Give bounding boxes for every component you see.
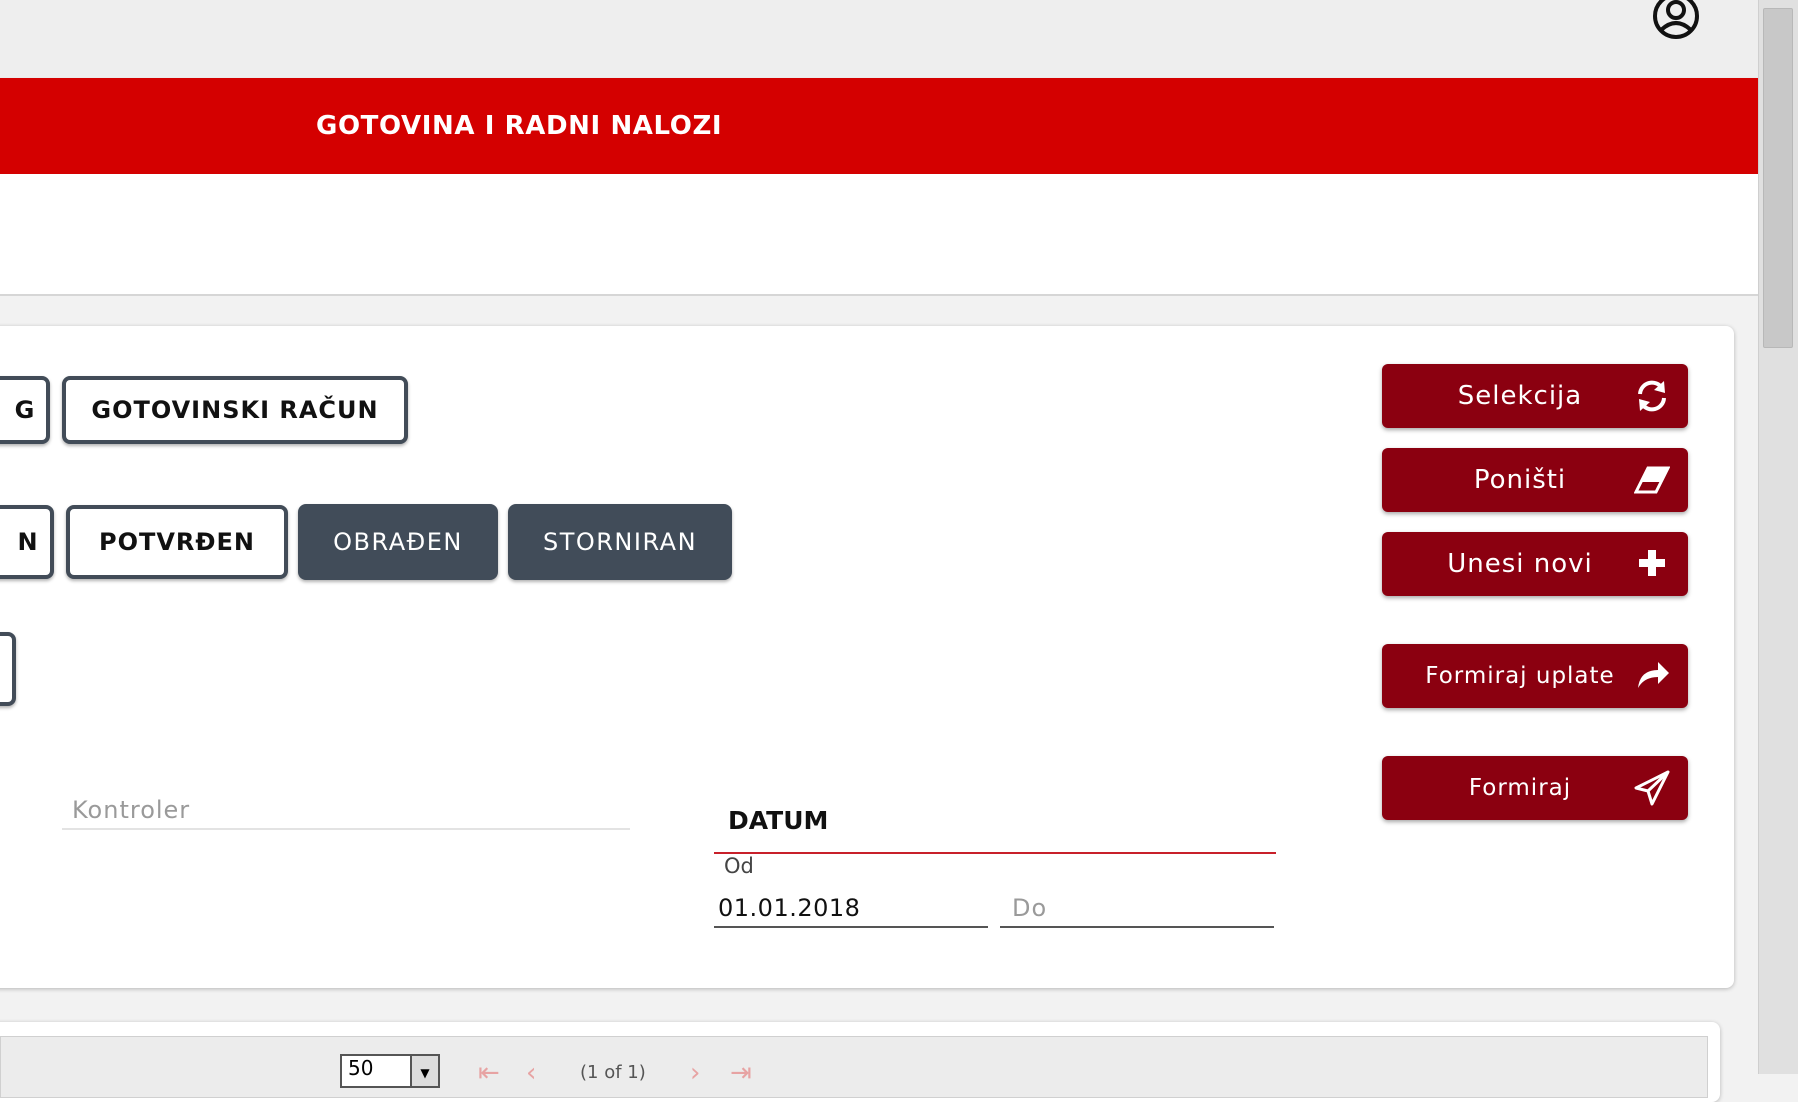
vertical-scrollbar[interactable] [1758,0,1798,1074]
refresh-icon [1638,380,1666,412]
date-from-label: Od [724,854,754,878]
formiraj-uplate-button[interactable]: Formiraj uplate [1382,644,1688,708]
pager-bar [0,1036,1708,1098]
formiraj-fakture-label: Formiraj fakture [1468,775,1572,865]
selekcija-label: Selekcija [1457,381,1583,411]
next-page-icon[interactable]: › [690,1058,700,1088]
page-title: GOTOVINA I RADNI NALOZI [316,111,723,141]
status-filter-label: N [17,528,39,556]
type-filter-label: G [14,396,36,424]
ponisti-button[interactable]: Poništi [1382,448,1688,512]
date-from-input[interactable]: 01.01.2018 [718,894,860,922]
status-filter-label: POTVRĐEN [98,528,255,556]
header-bar: GOTOVINA I RADNI NALOZI [0,78,1758,174]
user-account-icon[interactable] [1652,0,1700,40]
chevron-down-icon: ▼ [410,1056,438,1086]
status-filter-potvrden-button[interactable]: POTVRĐEN [66,505,288,579]
unesi-novi-button[interactable]: Unesi novi [1382,532,1688,596]
page-size-value: 50 [348,1056,374,1080]
ponisti-label: Poništi [1473,465,1567,495]
page-info: (1 of 1) [580,1062,646,1083]
subheader-area [0,174,1758,296]
status-filter-label: OBRAĐEN [333,528,463,556]
type-filter-label: GOTOVINSKI RAČUN [91,396,379,424]
datum-divider [714,852,1276,854]
paper-plane-icon [1634,770,1670,806]
selekcija-button[interactable]: Selekcija [1382,364,1688,428]
status-filter-partial-button[interactable]: N [0,505,54,579]
date-to-underline [1000,926,1274,928]
status-filter-obraden-button[interactable]: OBRAĐEN [298,504,498,580]
status-filter-label: STORNIRAN [542,528,698,556]
top-bar [0,0,1758,78]
first-page-icon[interactable]: ⇤ [478,1058,500,1088]
status-filter-storniran-button[interactable]: STORNIRAN [508,504,732,580]
date-from-underline [714,926,988,928]
last-page-icon[interactable]: ⇥ [730,1058,752,1088]
unesi-novi-label: Unesi novi [1447,549,1593,579]
kontroler-underline [62,828,630,830]
formiraj-uplate-label: Formiraj uplate [1425,663,1615,689]
formiraj-fakture-button[interactable]: Formiraj fakture [1382,756,1688,865]
plus-icon [1639,550,1665,576]
filter-partial-button[interactable] [0,632,16,706]
type-filter-partial-button[interactable]: G [0,376,50,444]
date-to-input[interactable]: Do [1012,894,1047,922]
scrollbar-thumb[interactable] [1763,8,1793,348]
table-pager [0,1022,1720,1102]
share-arrow-icon [1638,662,1669,688]
kontroler-input[interactable]: Kontroler [72,796,190,824]
previous-page-icon[interactable]: ‹ [526,1058,536,1088]
datum-label: DATUM [728,806,829,835]
page-size-select[interactable]: 50 ▼ [340,1054,440,1088]
type-filter-gotovinski-racun-button[interactable]: GOTOVINSKI RAČUN [62,376,408,444]
eraser-icon [1634,466,1670,494]
